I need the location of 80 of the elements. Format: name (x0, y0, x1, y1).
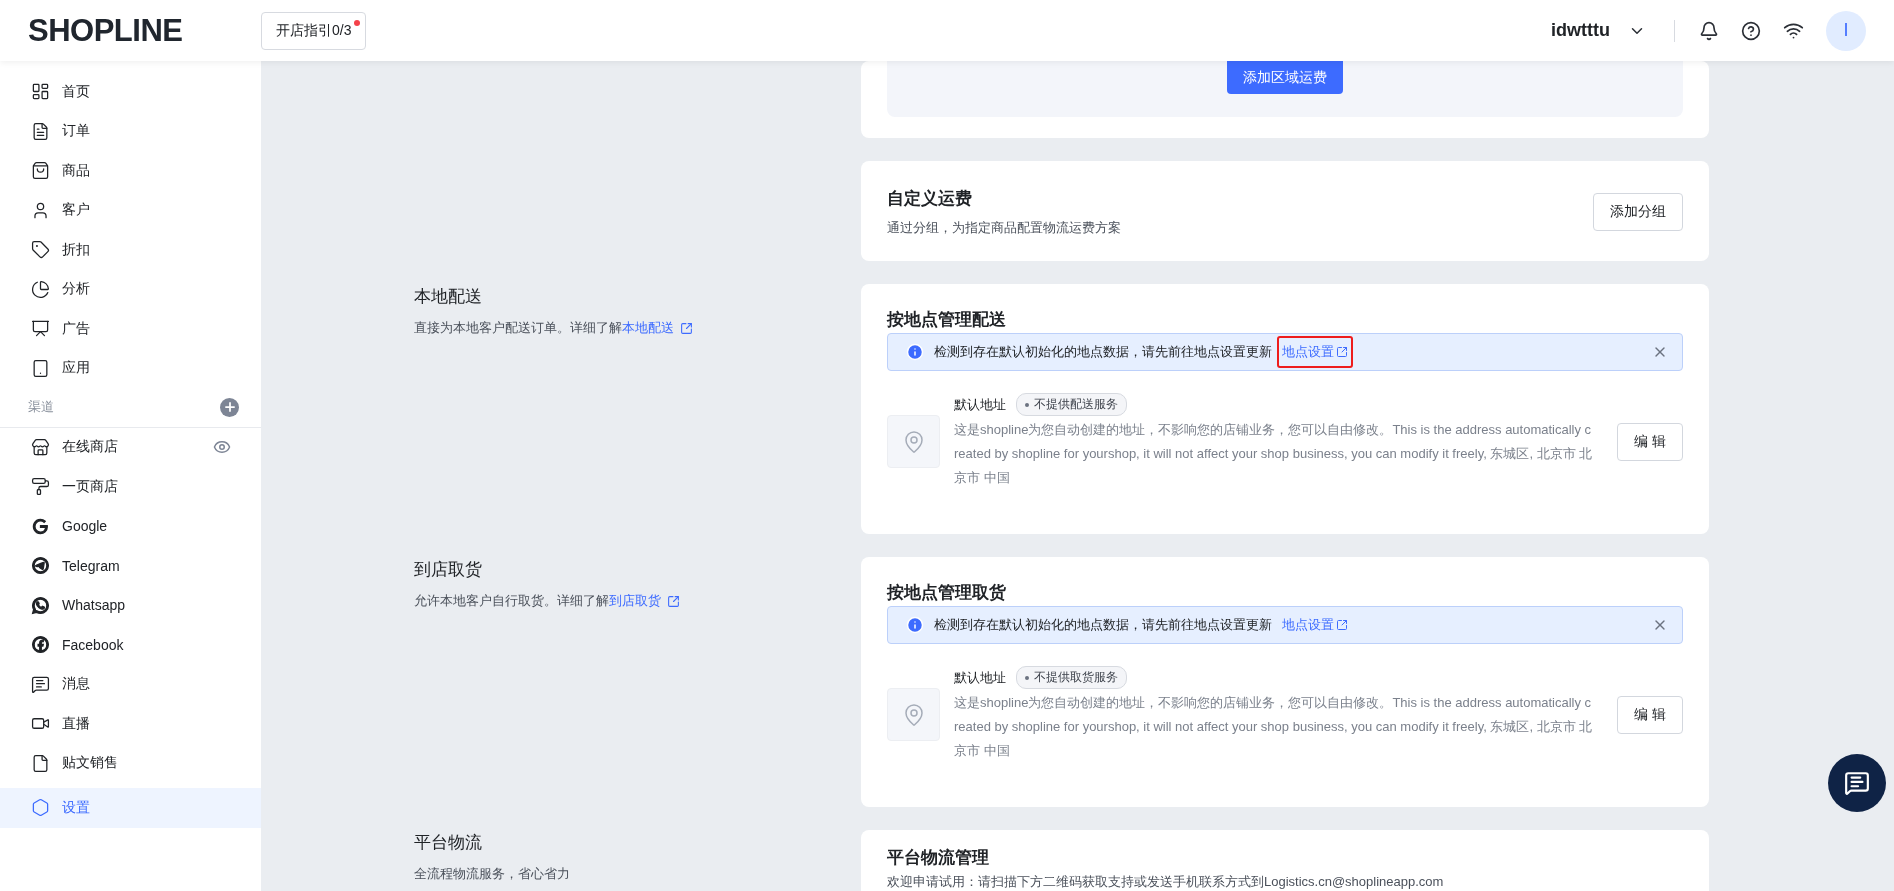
document-icon (31, 753, 50, 773)
dashboard-icon (31, 82, 50, 102)
section-title: 到店取货 (414, 559, 483, 581)
sidebar-item[interactable]: 直播 (0, 704, 261, 744)
location-pin-icon (887, 688, 940, 741)
sidebar-item[interactable]: 分析 (0, 269, 261, 309)
add-icon[interactable] (220, 397, 239, 417)
section-description: 直接为本地客户配送订单。详细了解本地配送 (414, 319, 674, 337)
external-link-icon (1336, 346, 1348, 358)
sidebar-item[interactable]: Whatsapp (0, 585, 261, 625)
section-title: 本地配送 (414, 286, 483, 308)
whatsapp-icon (31, 595, 50, 615)
section-title: 平台物流 (414, 832, 483, 854)
location-settings-link[interactable]: 地点设置 (1282, 343, 1334, 361)
location-pin-icon (887, 415, 940, 468)
sidebar-item[interactable]: 一页商店 (0, 467, 261, 507)
sidebar-item[interactable]: 商品 (0, 151, 261, 191)
logo: SHOPLINE (28, 12, 184, 49)
sidebar-item[interactable]: Google (0, 506, 261, 546)
sidebar-item[interactable]: 设置 (0, 788, 261, 828)
sidebar-item[interactable]: 应用 (0, 348, 261, 388)
add-group-button[interactable]: 添加分组 (1593, 193, 1683, 231)
sidebar-item[interactable]: 客户 (0, 190, 261, 230)
alert-text: 检测到存在默认初始化的地点数据，请先前往地点设置更新 (934, 343, 1272, 361)
learn-more-link[interactable]: 到店取货 (609, 593, 661, 608)
sidebar-item[interactable]: 订单 (0, 111, 261, 151)
section-description: 全流程物流服务，省心省力 (414, 865, 570, 883)
bell-icon[interactable] (1699, 20, 1719, 41)
chat-icon (1844, 770, 1870, 796)
bag-icon (31, 161, 50, 181)
sidebar-item[interactable]: 在线商店 (0, 427, 261, 467)
sidebar-item[interactable]: 消息 (0, 664, 261, 704)
info-icon (906, 343, 924, 361)
channels-heading: 渠道 (28, 398, 55, 417)
info-icon (906, 616, 924, 634)
sidebar-item[interactable]: Telegram (0, 546, 261, 586)
add-zone-button[interactable]: 添加区域运费 (1227, 61, 1343, 94)
alert-text: 检测到存在默认初始化的地点数据，请先前往地点设置更新 (934, 616, 1272, 634)
card-title: 自定义运费 (887, 188, 973, 210)
store-icon (31, 437, 50, 457)
status-tag: 不提供配送服务 (1016, 393, 1127, 416)
google-icon (31, 516, 50, 536)
external-link-icon (667, 594, 680, 608)
card-title: 按地点管理取货 (887, 582, 1007, 604)
chat-button[interactable] (1828, 754, 1886, 812)
sidebar-item[interactable]: 广告 (0, 309, 261, 349)
sidebar-item[interactable]: 首页 (0, 72, 261, 112)
sidebar-item[interactable]: 贴文销售 (0, 743, 261, 783)
tag-icon (31, 240, 50, 260)
sidebar-item[interactable]: Facebook (0, 625, 261, 665)
edit-button[interactable]: 编 辑 (1617, 422, 1683, 461)
external-link-icon (680, 321, 693, 335)
help-icon[interactable] (1741, 20, 1761, 41)
address-description: 这是shopline为您自动创建的地址，不影响您的店铺业务，您可以自由修改。This is the address automatically created by shopline for yourshop, it will not affect your shop business, you can modify it freely, 东城区, 北京市 北京市 中国 (954, 694, 1594, 760)
learn-more-link[interactable]: 本地配送 (622, 320, 674, 335)
document-icon (31, 121, 50, 141)
pie-chart-icon (31, 279, 50, 299)
message-icon (31, 674, 50, 694)
facebook-icon (31, 635, 50, 655)
card-title: 按地点管理配送 (887, 309, 1007, 331)
status-tag: 不提供取货服务 (1016, 666, 1127, 689)
sidebar-item[interactable]: 折扣 (0, 230, 261, 270)
user-avatar[interactable]: I (1826, 10, 1866, 51)
telegram-icon (31, 556, 50, 576)
location-settings-link[interactable]: 地点设置 (1282, 616, 1334, 634)
tablet-icon (31, 358, 50, 378)
edit-button[interactable]: 编 辑 (1617, 695, 1683, 734)
store-guide-button[interactable]: 开店指引0/3 (261, 11, 367, 50)
address-name: 默认地址 (954, 395, 1006, 414)
section-description: 允许本地客户自行取货。详细了解到店取货 (414, 592, 661, 610)
paint-roller-icon (31, 477, 50, 497)
address-name: 默认地址 (954, 668, 1006, 687)
card-title: 平台物流管理 (887, 847, 990, 869)
store-name[interactable]: idwtttu (1551, 20, 1610, 41)
card-description: 通过分组，为指定商品配置物流运费方案 (887, 219, 1121, 237)
person-icon (31, 200, 50, 220)
address-description: 这是shopline为您自动创建的地址，不影响您的店铺业务，您可以自由修改。This is the address automatically created by shopline for yourshop, it will not affect your shop business, you can modify it freely, 东城区, 北京市 北京市 中国 (954, 421, 1594, 487)
external-link-icon (1336, 619, 1348, 631)
monitor-icon (31, 319, 50, 339)
card-description: 欢迎申请试用：请扫描下方二维码获取支持或发送手机联系方式到Logistics.cn@shoplineapp.com (887, 873, 1445, 891)
